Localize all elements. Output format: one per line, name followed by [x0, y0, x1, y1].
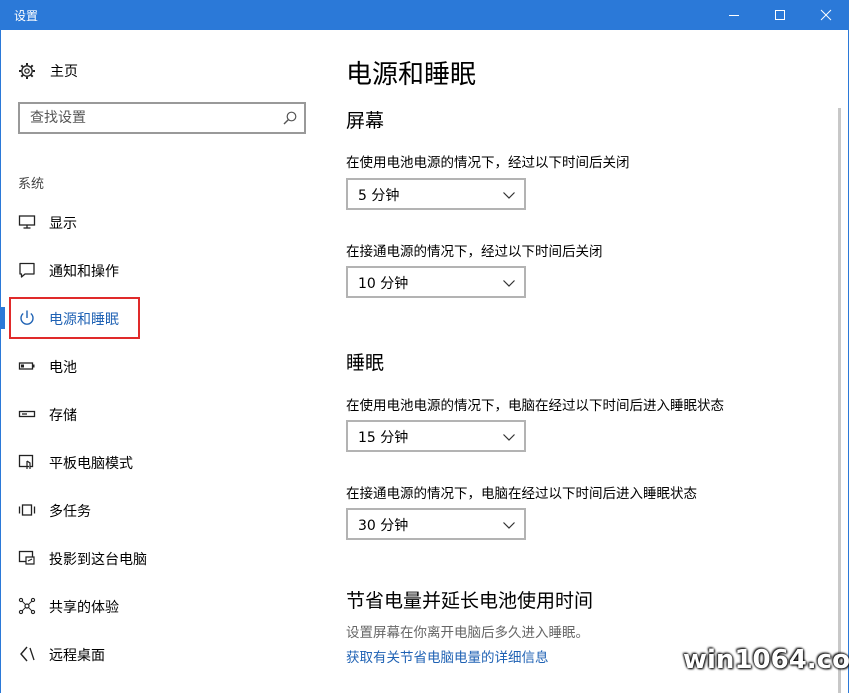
- maximize-icon: [775, 10, 785, 20]
- multitask-icon: [18, 501, 36, 519]
- home-label: 主页: [50, 64, 78, 80]
- project-icon: [18, 549, 36, 567]
- storage-icon: [18, 405, 36, 423]
- home-link[interactable]: 主页: [18, 60, 78, 82]
- scrollbar[interactable]: [838, 108, 841, 693]
- sidebar-item-label: 投影到这台电脑: [49, 552, 147, 568]
- search-icon[interactable]: [282, 110, 298, 126]
- page-title: 电源和睡眠: [346, 60, 477, 90]
- screen-heading: 屏幕: [346, 110, 385, 132]
- sleep-heading: 睡眠: [346, 352, 385, 374]
- sidebar-item-label: 共享的体验: [49, 600, 119, 616]
- maximize-button[interactable]: [757, 0, 803, 30]
- screen-battery-dropdown[interactable]: 5 分钟: [346, 178, 526, 210]
- sidebar-item-remote-desktop[interactable]: 远程桌面: [0, 636, 300, 672]
- sidebar-item-multitasking[interactable]: 多任务: [0, 492, 300, 528]
- chevron-down-icon: [503, 280, 515, 287]
- sidebar-item-shared-experiences[interactable]: 共享的体验: [0, 588, 300, 624]
- window-title: 设置: [14, 9, 39, 23]
- title-bar: 设置: [0, 0, 849, 30]
- battery-icon: [18, 357, 36, 375]
- search-box[interactable]: [18, 102, 306, 134]
- save-power-hint: 设置屏幕在你离开电脑后多久进入睡眠。: [346, 625, 589, 641]
- sidebar-item-label: 通知和操作: [49, 264, 119, 280]
- dropdown-value: 15 分钟: [358, 430, 409, 446]
- sleep-plugged-label: 在接通电源的情况下，电脑在经过以下时间后进入睡眠状态: [346, 486, 697, 502]
- sleep-battery-label: 在使用电池电源的情况下，电脑在经过以下时间后进入睡眠状态: [346, 398, 724, 414]
- chevron-down-icon: [503, 522, 515, 529]
- sidebar-item-label: 电池: [49, 360, 77, 376]
- dropdown-value: 10 分钟: [358, 276, 409, 292]
- sidebar-item-label: 平板电脑模式: [49, 456, 133, 472]
- chevron-down-icon: [503, 192, 515, 199]
- active-indicator: [1, 307, 5, 329]
- section-label-system: 系统: [18, 177, 45, 192]
- screen-battery-label: 在使用电池电源的情况下，经过以下时间后关闭: [346, 155, 630, 171]
- search-input[interactable]: [20, 104, 270, 132]
- gear-icon: [18, 62, 36, 80]
- chevron-down-icon: [503, 434, 515, 441]
- sleep-plugged-dropdown[interactable]: 30 分钟: [346, 508, 526, 540]
- sidebar-item-label: 显示: [49, 216, 77, 232]
- sidebar-item-tablet-mode[interactable]: 平板电脑模式: [0, 444, 300, 480]
- watermark: win1064.com: [683, 645, 849, 675]
- minimize-icon: [729, 15, 739, 16]
- screen-plugged-label: 在接通电源的情况下，经过以下时间后关闭: [346, 244, 603, 260]
- sleep-battery-dropdown[interactable]: 15 分钟: [346, 420, 526, 452]
- sidebar-item-project[interactable]: 投影到这台电脑: [0, 540, 300, 576]
- monitor-icon: [18, 213, 36, 231]
- highlight-box: [9, 297, 140, 339]
- remote-desktop-icon: [18, 645, 36, 663]
- notification-icon: [18, 261, 36, 279]
- sidebar-item-label: 多任务: [49, 504, 91, 520]
- sidebar-item-display[interactable]: 显示: [0, 204, 300, 240]
- minimize-button[interactable]: [711, 0, 757, 30]
- tablet-mode-icon: [18, 453, 36, 471]
- shared-experience-icon: [18, 597, 36, 615]
- sidebar-item-battery[interactable]: 电池: [0, 348, 300, 384]
- save-power-link[interactable]: 获取有关节省电脑电量的详细信息: [346, 646, 549, 666]
- save-power-heading: 节省电量并延长电池使用时间: [346, 590, 594, 612]
- sidebar-item-label: 存储: [49, 408, 77, 424]
- sidebar-item-storage[interactable]: 存储: [0, 396, 300, 432]
- screen-plugged-dropdown[interactable]: 10 分钟: [346, 266, 526, 298]
- sidebar-item-notifications[interactable]: 通知和操作: [0, 252, 300, 288]
- dropdown-value: 30 分钟: [358, 518, 409, 534]
- sidebar-item-label: 远程桌面: [49, 648, 105, 664]
- close-button[interactable]: [803, 0, 849, 30]
- close-icon: [820, 9, 832, 21]
- dropdown-value: 5 分钟: [358, 188, 400, 204]
